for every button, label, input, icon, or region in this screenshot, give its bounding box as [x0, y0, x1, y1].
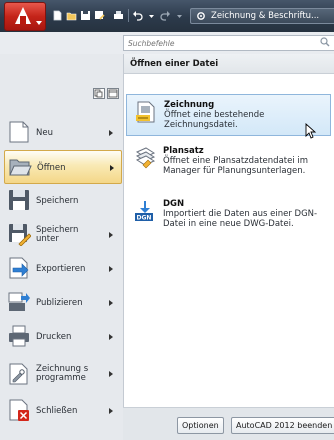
menu-item-save-as[interactable]: Speichern unter: [4, 218, 122, 252]
publish-icon: [7, 290, 31, 314]
dwg-file-icon: [135, 101, 157, 123]
search-input[interactable]: [123, 35, 334, 51]
menu-item-save[interactable]: Speichern: [4, 184, 122, 218]
sheet-set-icon: [134, 147, 156, 169]
redo-dropdown-icon[interactable]: [174, 10, 185, 21]
print-icon[interactable]: [113, 10, 124, 21]
menu-item-label: Zeichnung s programme: [36, 363, 89, 383]
save-disk-icon: [7, 188, 31, 212]
submenu-item-description: Importiert die Daten aus einer DGN-Datei…: [163, 209, 318, 229]
submenu-arrow-icon: [109, 334, 113, 340]
gear-icon: [197, 12, 205, 20]
save-as-icon: [7, 222, 31, 246]
toolbar-divider: [128, 9, 129, 22]
printer-icon: [7, 324, 31, 348]
menu-item-close[interactable]: Schließen: [4, 394, 122, 428]
undo-icon[interactable]: [132, 10, 143, 21]
menu-item-label: Exportieren: [36, 263, 86, 274]
submenu-item-title: DGN: [163, 199, 185, 209]
submenu-item-title: Zeichnung: [164, 100, 215, 110]
open-submenu-panel: Öffnen einer Datei Zeichnung Öffnet eine…: [123, 54, 334, 407]
search-icon[interactable]: [320, 37, 330, 47]
menu-item-new[interactable]: Neu: [4, 116, 122, 150]
save-as-icon[interactable]: [94, 10, 105, 21]
workspace-label: Zeichnung & Beschriftu...: [211, 11, 320, 21]
save-icon[interactable]: [80, 10, 91, 21]
menu-item-label: Speichern: [36, 195, 79, 206]
submenu-arrow-icon: [109, 371, 113, 377]
close-drawing-icon: [7, 398, 31, 422]
recent-documents-icon[interactable]: [93, 88, 105, 99]
chevron-down-icon: [36, 21, 42, 25]
drawing-utilities-icon: [7, 362, 31, 386]
menu-item-label: Drucken: [36, 331, 72, 342]
submenu-arrow-icon: [109, 232, 113, 238]
menu-item-label: Schließen: [36, 405, 78, 416]
mouse-cursor-icon: [305, 123, 317, 139]
undo-dropdown-icon[interactable]: [146, 10, 157, 21]
options-button[interactable]: Optionen: [177, 417, 224, 434]
submenu-item-dgn[interactable]: DGN DGN Importiert die Daten aus einer D…: [126, 194, 331, 236]
export-icon: [7, 256, 31, 280]
submenu-arrow-icon: [110, 165, 114, 171]
menu-footer: Optionen AutoCAD 2012 beenden: [123, 407, 334, 440]
submenu-title: Öffnen einer Datei: [124, 54, 334, 74]
menu-item-label: Speichern unter: [36, 224, 79, 244]
workspace-switcher[interactable]: Zeichnung & Beschriftu...: [190, 8, 334, 24]
menu-item-label: Öffnen: [37, 162, 66, 173]
submenu-item-description: Öffnet eine bestehende Zeichnungsdatei.: [164, 110, 265, 130]
submenu-arrow-icon: [109, 266, 113, 272]
svg-text:DGN: DGN: [137, 215, 152, 222]
submenu-arrow-icon: [109, 300, 113, 306]
new-drawing-icon: [7, 120, 31, 144]
menu-item-label: Publizieren: [36, 297, 83, 308]
open-icon[interactable]: [66, 10, 77, 21]
menu-item-export[interactable]: Exportieren: [4, 252, 122, 286]
redo-icon[interactable]: [160, 10, 171, 21]
submenu-item-sheet-set[interactable]: Plansatz Öffnet eine Plansatzdatendatei …: [126, 141, 331, 193]
submenu-arrow-icon: [109, 408, 113, 414]
menu-item-label: Neu: [36, 127, 53, 138]
submenu-item-description: Öffnet eine Plansatzdatendatei im Manage…: [163, 156, 309, 176]
submenu-item-title: Plansatz: [163, 146, 204, 156]
submenu-arrow-icon: [109, 130, 113, 136]
menu-item-open[interactable]: Öffnen: [4, 150, 122, 184]
menu-item-print[interactable]: Drucken: [4, 320, 122, 354]
exit-autocad-button[interactable]: AutoCAD 2012 beenden: [231, 417, 334, 434]
menu-item-publish[interactable]: Publizieren: [4, 286, 122, 320]
menu-item-drawing-utilities[interactable]: Zeichnung s programme: [4, 354, 122, 394]
submenu-item-drawing[interactable]: Zeichnung Öffnet eine bestehende Zeichnu…: [126, 94, 331, 139]
application-menu-button[interactable]: [4, 2, 46, 31]
open-documents-icon[interactable]: [107, 88, 119, 99]
command-list: Neu Öffnen Speichern Speichern unter Exp…: [4, 54, 122, 435]
new-icon[interactable]: [52, 10, 63, 21]
title-bar: Zeichnung & Beschriftu...: [0, 0, 334, 32]
application-menu: Neu Öffnen Speichern Speichern unter: [0, 32, 334, 440]
open-folder-icon: [8, 155, 32, 179]
autocad-logo-icon: [15, 7, 31, 24]
dgn-import-icon: DGN: [134, 200, 156, 222]
